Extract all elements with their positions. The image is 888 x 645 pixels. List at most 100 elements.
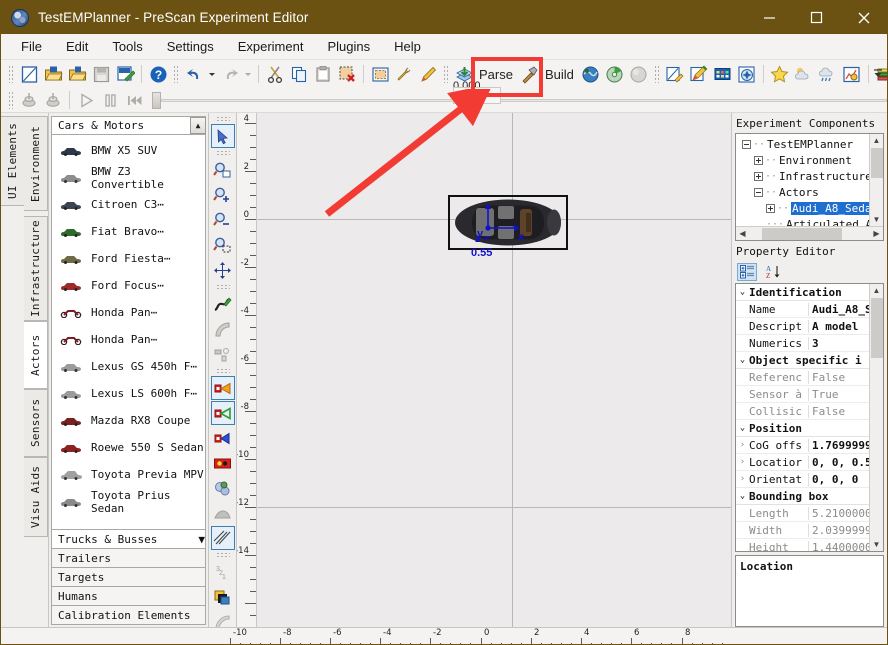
scroll-left-icon[interactable]: ◀ bbox=[736, 229, 749, 238]
canvas-viewport[interactable]: y x z = 0.55 bbox=[257, 113, 731, 627]
property-row[interactable]: Referenc False bbox=[736, 369, 870, 386]
weather-rain-icon[interactable] bbox=[816, 62, 840, 86]
close-button[interactable] bbox=[840, 1, 887, 34]
group-trucks-busses[interactable]: Trucks & Busses ▼ bbox=[51, 530, 206, 549]
undo-icon[interactable] bbox=[182, 62, 206, 86]
scroll-down-icon[interactable]: ▼ bbox=[873, 213, 881, 226]
expand-icon[interactable] bbox=[754, 171, 763, 181]
play-icon[interactable] bbox=[74, 88, 98, 112]
build-icon[interactable] bbox=[518, 62, 542, 86]
toolbar-grip-2[interactable] bbox=[173, 65, 179, 83]
toolbar-overflow-icon[interactable] bbox=[871, 64, 885, 84]
copy-icon[interactable] bbox=[287, 62, 311, 86]
layers-tool[interactable] bbox=[211, 585, 235, 609]
new-experiment-icon[interactable] bbox=[17, 62, 41, 86]
categorized-view-button[interactable] bbox=[737, 263, 757, 281]
scroll-up-icon[interactable]: ▲ bbox=[873, 134, 881, 147]
tree-row[interactable]: ·· Environment bbox=[736, 152, 869, 168]
menu-edit[interactable]: Edit bbox=[54, 35, 100, 58]
sensor-beam-blue-tool[interactable] bbox=[211, 426, 235, 450]
property-row[interactable]: Width 2.03999996 bbox=[736, 522, 870, 539]
palette-grip[interactable] bbox=[215, 116, 230, 122]
tree-vertical-scrollbar[interactable]: ▲ ▼ bbox=[869, 134, 883, 226]
run-matlab-icon[interactable] bbox=[579, 62, 603, 86]
sidebar-item-infrastructure[interactable]: Infrastructure bbox=[24, 216, 48, 321]
zoom-out-tool[interactable] bbox=[211, 208, 235, 232]
collapse-icon[interactable] bbox=[754, 187, 763, 197]
tree-row[interactable]: ··· Articulated Act bbox=[736, 216, 869, 227]
list-item[interactable]: Mazda RX8 Coupe bbox=[52, 407, 205, 434]
run-simulink-icon[interactable] bbox=[603, 62, 627, 86]
pause-icon[interactable] bbox=[98, 88, 122, 112]
favorite-icon[interactable] bbox=[768, 62, 792, 86]
chevron-down-icon[interactable]: ⌄ bbox=[736, 355, 749, 365]
property-value[interactable]: False bbox=[809, 371, 870, 384]
select-all-icon[interactable] bbox=[368, 62, 392, 86]
menu-experiment[interactable]: Experiment bbox=[226, 35, 316, 58]
menu-settings[interactable]: Settings bbox=[155, 35, 226, 58]
list-item[interactable]: Citroen C3⋯ bbox=[52, 191, 205, 218]
chevron-down-icon[interactable]: ⌄ bbox=[736, 491, 749, 501]
scroll-down-icon[interactable]: ▼ bbox=[873, 538, 881, 551]
menu-plugins[interactable]: Plugins bbox=[315, 35, 382, 58]
list-item[interactable]: Roewe 550 S Sedan bbox=[52, 434, 205, 461]
sidebar-item-visu-aids[interactable]: Visu Aids bbox=[24, 457, 48, 537]
plot-icon[interactable] bbox=[840, 62, 864, 86]
list-item[interactable]: BMW Z3 Convertible bbox=[52, 164, 205, 191]
simulation-time-input[interactable]: 0.000 bbox=[453, 87, 501, 104]
experiment-canvas-area[interactable]: 4 2 0 -2 -4 -6 -8 10 12 14 y x z = 0.55 bbox=[237, 113, 731, 627]
property-value[interactable]: 5.21000003 bbox=[809, 507, 870, 520]
collapse-icon[interactable] bbox=[742, 139, 751, 149]
zoom-region-tool[interactable] bbox=[211, 158, 235, 182]
property-row[interactable]: Length 5.21000003 bbox=[736, 505, 870, 522]
chevron-down-icon[interactable]: ▼ bbox=[198, 533, 205, 546]
scroll-up-icon[interactable]: ▲ bbox=[873, 284, 881, 297]
property-row[interactable]: › Locatior 0, 0, 0.5 bbox=[736, 454, 870, 471]
maximize-button[interactable] bbox=[793, 1, 840, 34]
zoom-in-tool[interactable] bbox=[211, 183, 235, 207]
draw-road-tool[interactable] bbox=[211, 292, 235, 316]
property-value[interactable]: 1.7699999 bbox=[809, 439, 870, 452]
minimize-button[interactable] bbox=[746, 1, 793, 34]
property-value[interactable]: 0, 0, 0.5 bbox=[809, 456, 870, 469]
property-category[interactable]: ⌄ Position bbox=[736, 420, 870, 437]
property-row[interactable]: Descript A model bbox=[736, 318, 870, 335]
configure-icon[interactable] bbox=[663, 62, 687, 86]
paste-icon[interactable] bbox=[311, 62, 335, 86]
build-button[interactable]: Build bbox=[542, 62, 579, 86]
weather-tool[interactable] bbox=[211, 476, 235, 500]
toolbar-grip-3[interactable] bbox=[443, 65, 449, 83]
expand-icon[interactable] bbox=[766, 203, 775, 213]
chevron-up-icon[interactable]: ▲ bbox=[190, 117, 206, 134]
list-item[interactable]: Lexus GS 450h F⋯ bbox=[52, 353, 205, 380]
group-targets[interactable]: Targets bbox=[51, 568, 206, 587]
open-experiment-icon[interactable] bbox=[41, 62, 65, 86]
edit-icon[interactable] bbox=[416, 62, 440, 86]
open-recent-icon[interactable] bbox=[65, 62, 89, 86]
property-editor-grid[interactable]: ⌄ Identification Name Audi_A8_S Descript… bbox=[735, 283, 884, 552]
tree-row[interactable]: ·· Infrastructure bbox=[736, 168, 869, 184]
tree-horizontal-scrollbar[interactable]: ◀ ▶ bbox=[736, 226, 883, 240]
property-row[interactable]: Collisic False bbox=[736, 403, 870, 420]
chevron-down-icon[interactable]: ⌄ bbox=[736, 287, 749, 297]
group-trailers[interactable]: Trailers bbox=[51, 549, 206, 568]
rebuild-3d-icon[interactable] bbox=[41, 88, 65, 112]
rewind-icon[interactable] bbox=[122, 88, 146, 112]
preferences-icon[interactable] bbox=[392, 62, 416, 86]
list-item[interactable]: Ford Fiesta⋯ bbox=[52, 245, 205, 272]
list-item[interactable]: Fiat Bravo⋯ bbox=[52, 218, 205, 245]
sidebar-item-sensors[interactable]: Sensors bbox=[24, 389, 48, 457]
redo-dropdown-icon[interactable] bbox=[242, 62, 254, 86]
undo-dropdown-icon[interactable] bbox=[206, 62, 218, 86]
chevron-right-icon[interactable]: › bbox=[736, 474, 749, 484]
sensor-beam-green-tool[interactable] bbox=[210, 401, 235, 425]
menu-help[interactable]: Help bbox=[382, 35, 433, 58]
chevron-right-icon[interactable]: › bbox=[736, 440, 749, 450]
edit-script-icon[interactable] bbox=[687, 62, 711, 86]
property-row[interactable]: Numerics 3 bbox=[736, 335, 870, 352]
tree-row[interactable]: ·· Actors bbox=[736, 184, 869, 200]
scroll-thumb-h[interactable] bbox=[762, 227, 842, 240]
group-humans[interactable]: Humans bbox=[51, 587, 206, 606]
chevron-down-icon[interactable]: ⌄ bbox=[736, 423, 749, 433]
chevron-right-icon[interactable]: › bbox=[736, 457, 749, 467]
